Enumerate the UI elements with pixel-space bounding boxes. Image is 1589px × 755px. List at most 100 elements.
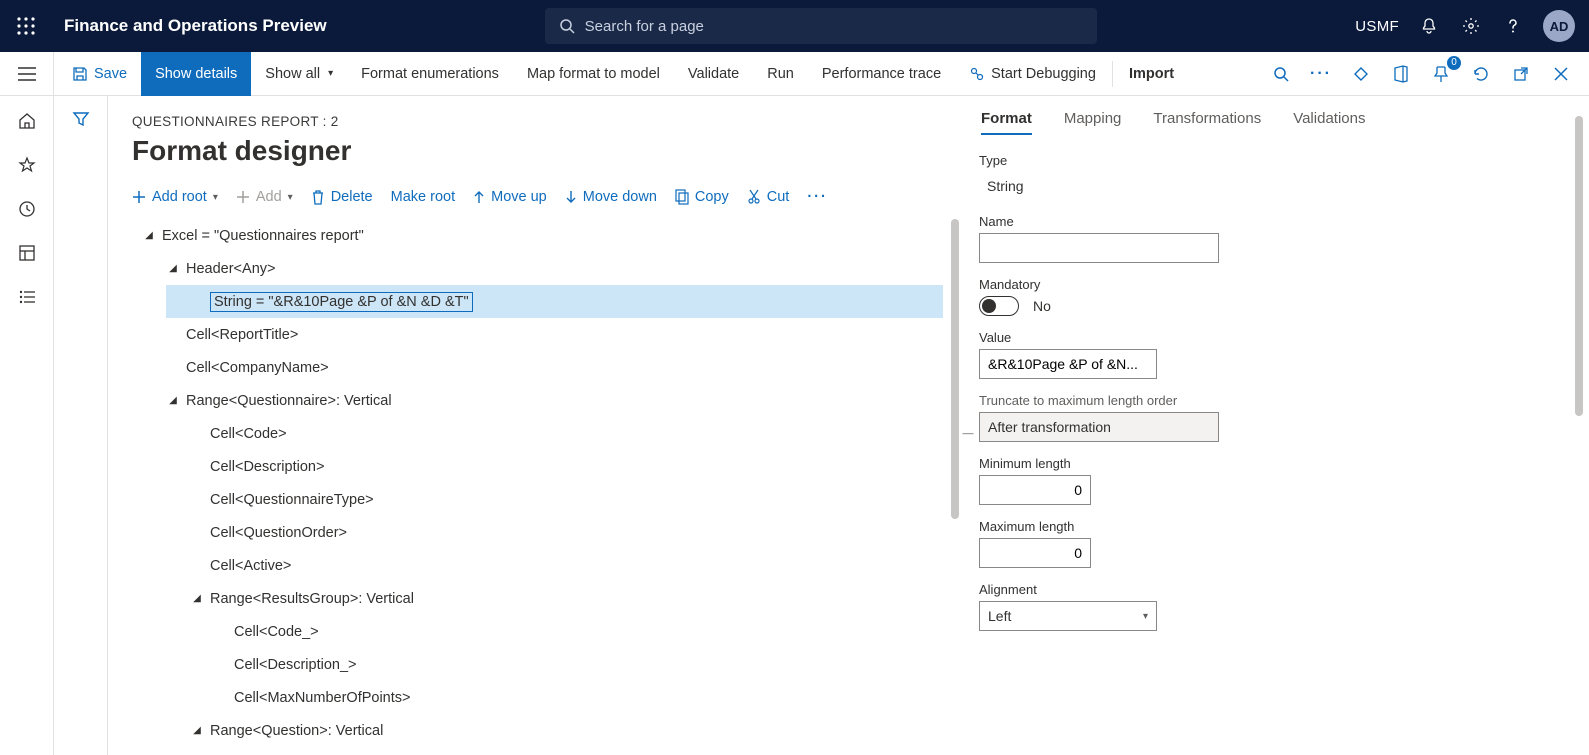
copy-button[interactable]: Copy bbox=[675, 189, 729, 205]
tree-node[interactable]: ◢Cell<Active> bbox=[132, 549, 943, 582]
tree-node[interactable]: ◢Cell<Code> bbox=[132, 417, 943, 450]
tab-transformations[interactable]: Transformations bbox=[1153, 110, 1261, 135]
performance-trace-button[interactable]: Performance trace bbox=[808, 52, 955, 96]
more-commands-icon[interactable]: ··· bbox=[1307, 60, 1335, 88]
tree-node-label: Range<ResultsGroup>: Vertical bbox=[210, 590, 414, 608]
search-box[interactable]: Search for a page bbox=[545, 8, 1097, 44]
app-title: Finance and Operations Preview bbox=[64, 16, 327, 36]
tree-node[interactable]: ◢Cell<CompanyName> bbox=[132, 351, 943, 384]
format-enumerations-button[interactable]: Format enumerations bbox=[347, 52, 513, 96]
expand-caret-icon[interactable]: ◢ bbox=[166, 263, 180, 274]
help-icon[interactable] bbox=[1501, 14, 1525, 38]
expand-caret-icon[interactable]: ◢ bbox=[166, 395, 180, 406]
tree-node[interactable]: ◢Header<Any> bbox=[132, 252, 943, 285]
add-root-button[interactable]: Add root▾ bbox=[132, 189, 218, 205]
minlen-input[interactable] bbox=[979, 475, 1091, 505]
center-pane: QUESTIONNAIRES REPORT : 2 Format designe… bbox=[108, 96, 959, 755]
mandatory-label: Mandatory bbox=[979, 277, 1555, 292]
modules-icon[interactable] bbox=[16, 286, 38, 308]
tree-node[interactable]: ◢Cell<ReportTitle> bbox=[132, 318, 943, 351]
home-icon[interactable] bbox=[16, 110, 38, 132]
maxlen-input[interactable] bbox=[979, 538, 1091, 568]
truncate-label: Truncate to maximum length order bbox=[979, 393, 1555, 408]
app-launcher-icon[interactable] bbox=[0, 0, 52, 52]
page-search-icon[interactable] bbox=[1267, 60, 1295, 88]
save-button[interactable]: Save bbox=[58, 52, 141, 96]
tree-node[interactable]: ◢ Excel = "Questionnaires report" bbox=[132, 219, 943, 252]
favorites-icon[interactable] bbox=[16, 154, 38, 176]
office-icon[interactable] bbox=[1387, 60, 1415, 88]
more-tree-actions-icon[interactable]: ··· bbox=[807, 189, 828, 205]
props-scrollbar[interactable] bbox=[1575, 116, 1583, 416]
close-icon[interactable] bbox=[1547, 60, 1575, 88]
plus-icon bbox=[236, 190, 250, 204]
expand-caret-icon[interactable]: ◢ bbox=[190, 725, 204, 736]
tree-node[interactable]: ◢Range<Questionnaire>: Vertical bbox=[132, 384, 943, 417]
arrow-down-icon bbox=[565, 190, 577, 204]
validate-button[interactable]: Validate bbox=[674, 52, 753, 96]
tab-format[interactable]: Format bbox=[981, 110, 1032, 135]
tree-node[interactable]: ◢Cell<MaxNumberOfPoints> bbox=[132, 681, 943, 714]
move-down-button[interactable]: Move down bbox=[565, 189, 657, 205]
workspaces-icon[interactable] bbox=[16, 242, 38, 264]
import-button[interactable]: Import bbox=[1115, 52, 1188, 96]
nav-pane-toggle-icon[interactable] bbox=[18, 67, 36, 81]
make-root-button[interactable]: Make root bbox=[391, 189, 455, 205]
tree-node-label: Excel = "Questionnaires report" bbox=[162, 227, 364, 245]
format-tree: ◢ Excel = "Questionnaires report" ◢Header<… bbox=[132, 219, 943, 747]
panel-resize-handle[interactable]: || bbox=[959, 110, 979, 755]
alignment-dropdown[interactable]: Left▾ bbox=[979, 601, 1157, 631]
run-button[interactable]: Run bbox=[753, 52, 808, 96]
tree-node-label: Cell<Description> bbox=[210, 458, 324, 476]
name-input[interactable] bbox=[979, 233, 1219, 263]
type-value: String bbox=[979, 172, 1159, 200]
trash-icon bbox=[311, 189, 325, 205]
tree-node[interactable]: ◢String = "&R&10Page &P of &N &D &T" bbox=[166, 285, 943, 318]
command-bar: Save Show details Show all▾ Format enume… bbox=[0, 52, 1589, 96]
save-icon bbox=[72, 66, 88, 82]
pinned-icon[interactable]: 0 bbox=[1427, 60, 1455, 88]
move-up-button[interactable]: Move up bbox=[473, 189, 547, 205]
page-title: Format designer bbox=[132, 135, 959, 167]
legal-entity[interactable]: USMF bbox=[1355, 18, 1399, 35]
tree-node[interactable]: ◢Cell<QuestionOrder> bbox=[132, 516, 943, 549]
tab-mapping[interactable]: Mapping bbox=[1064, 110, 1122, 135]
tree-node[interactable]: ◢Cell<QuestionnaireType> bbox=[132, 483, 943, 516]
user-avatar[interactable]: AD bbox=[1543, 10, 1575, 42]
name-label: Name bbox=[979, 214, 1555, 229]
tree-node[interactable]: ◢Range<Question>: Vertical bbox=[132, 714, 943, 747]
tree-node[interactable]: ◢ Range<ResultsGroup>: Vertical bbox=[132, 582, 943, 615]
tree-node-label: Cell<MaxNumberOfPoints> bbox=[234, 689, 411, 707]
delete-button[interactable]: Delete bbox=[311, 189, 373, 205]
tree-node[interactable]: ◢Cell<Description> bbox=[132, 450, 943, 483]
map-format-to-model-button[interactable]: Map format to model bbox=[513, 52, 674, 96]
settings-icon[interactable] bbox=[1459, 14, 1483, 38]
value-label: Value bbox=[979, 330, 1555, 345]
tab-validations[interactable]: Validations bbox=[1293, 110, 1365, 135]
tree-node[interactable]: ◢Cell<Code_> bbox=[132, 615, 943, 648]
copy-icon bbox=[675, 189, 689, 205]
show-details-button[interactable]: Show details bbox=[141, 52, 251, 96]
truncate-dropdown[interactable]: After transformation bbox=[979, 412, 1219, 442]
start-debugging-button[interactable]: Start Debugging bbox=[955, 52, 1110, 96]
tree-scrollbar[interactable] bbox=[951, 219, 959, 519]
expand-caret-icon[interactable]: ◢ bbox=[190, 593, 204, 604]
property-tabs: Format Mapping Transformations Validatio… bbox=[979, 110, 1555, 135]
breadcrumb: QUESTIONNAIRES REPORT : 2 bbox=[132, 114, 959, 129]
tree-node-label: Cell<QuestionOrder> bbox=[210, 524, 347, 542]
show-all-button[interactable]: Show all▾ bbox=[251, 52, 347, 96]
popout-icon[interactable] bbox=[1507, 60, 1535, 88]
expand-caret-icon[interactable]: ◢ bbox=[142, 230, 156, 241]
filter-icon[interactable] bbox=[72, 110, 90, 755]
cut-button[interactable]: Cut bbox=[747, 189, 790, 205]
cut-icon bbox=[747, 189, 761, 205]
debug-icon bbox=[969, 66, 985, 82]
attachments-icon[interactable] bbox=[1347, 60, 1375, 88]
tree-node[interactable]: ◢Cell<Description_> bbox=[132, 648, 943, 681]
recent-icon[interactable] bbox=[16, 198, 38, 220]
value-input[interactable] bbox=[979, 349, 1157, 379]
refresh-icon[interactable] bbox=[1467, 60, 1495, 88]
mandatory-toggle[interactable] bbox=[979, 296, 1019, 316]
notifications-icon[interactable] bbox=[1417, 14, 1441, 38]
left-nav-rail bbox=[0, 96, 54, 755]
